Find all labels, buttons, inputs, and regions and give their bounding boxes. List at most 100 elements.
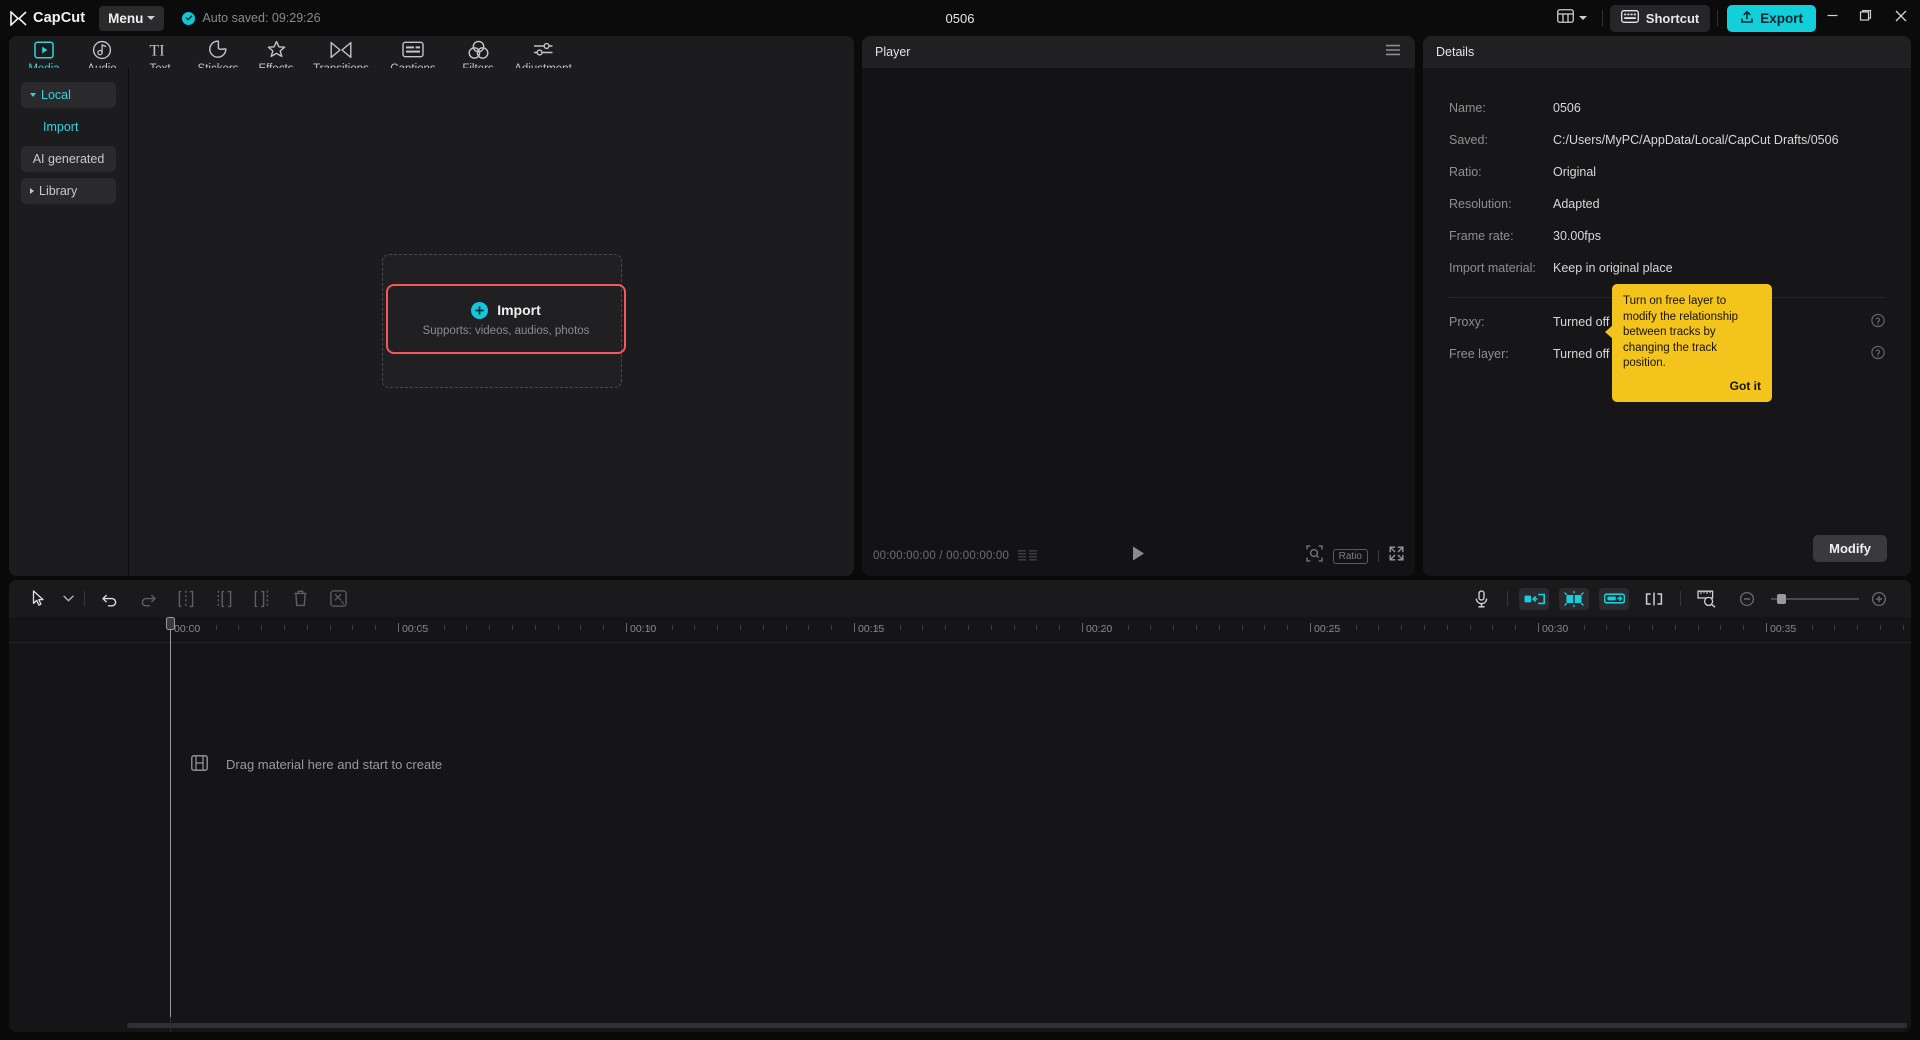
snap-center-icon[interactable] <box>1559 588 1589 610</box>
close-button[interactable] <box>1882 0 1920 36</box>
redo-icon[interactable] <box>129 585 167 613</box>
magnifier-icon[interactable] <box>1306 545 1323 567</box>
import-supports-text: Supports: videos, audios, photos <box>423 325 590 337</box>
layout-button[interactable] <box>1549 5 1595 31</box>
capcut-logo-icon <box>10 11 27 26</box>
player-canvas[interactable] <box>862 68 1415 536</box>
ruler-minor-tick <box>694 625 695 630</box>
check-circle-icon <box>182 12 195 25</box>
ruler-label: 00:05 <box>402 623 428 635</box>
ruler-minor-tick <box>1606 625 1607 630</box>
timeline-tracks-area[interactable]: Drag material here and start to create <box>9 643 1911 1032</box>
ruler-minor-tick <box>1515 625 1516 630</box>
sidebar-item-ai-generated[interactable]: AI generated <box>21 146 116 172</box>
hamburger-icon[interactable] <box>1385 43 1401 61</box>
timeline-zoom-slider[interactable] <box>1771 598 1859 600</box>
ratio-button[interactable]: Ratio <box>1333 549 1368 564</box>
ruler-label: 00:15 <box>858 623 884 635</box>
zoom-slider-track[interactable] <box>1771 598 1859 600</box>
chevron-down-icon <box>1579 16 1587 20</box>
zoom-in-icon[interactable] <box>1864 588 1894 610</box>
fullscreen-icon[interactable] <box>1389 546 1404 566</box>
maximize-button[interactable] <box>1849 0 1882 36</box>
split-icon[interactable] <box>167 585 205 613</box>
details-value: 0506 <box>1553 101 1581 115</box>
zoom-out-icon[interactable] <box>1732 588 1762 610</box>
ruler-minor-tick <box>1356 625 1357 630</box>
delete-icon[interactable] <box>281 585 319 613</box>
chevron-down-icon <box>30 93 36 97</box>
player-right-controls: Ratio <box>1306 545 1404 567</box>
ruler-major-tick <box>398 623 399 632</box>
chevron-down-icon[interactable] <box>58 585 78 613</box>
mute-clip-icon[interactable] <box>319 585 357 613</box>
ruler-minor-tick <box>512 625 513 630</box>
mirror-icon[interactable] <box>1639 588 1669 610</box>
ruler-minor-tick <box>1333 625 1334 630</box>
current-time: 00:00:00:00 <box>873 550 936 562</box>
ruler-minor-tick <box>1424 625 1425 630</box>
divider <box>84 591 85 606</box>
timeline-tools-right <box>1461 588 1899 610</box>
divider <box>1717 10 1718 27</box>
maximize-icon <box>1859 9 1872 27</box>
play-icon[interactable] <box>1131 545 1146 567</box>
help-icon[interactable] <box>1871 314 1885 331</box>
help-icon[interactable] <box>1871 346 1885 363</box>
import-button[interactable]: Import Supports: videos, audios, photos <box>386 284 626 354</box>
ruler-minor-tick <box>444 625 445 630</box>
auto-cut-icon[interactable] <box>1519 588 1549 610</box>
link-clip-icon[interactable] <box>1599 588 1629 610</box>
ruler-minor-tick <box>352 625 353 630</box>
details-value: C:/Users/MyPC/AppData/Local/CapCut Draft… <box>1553 133 1839 147</box>
shortcut-button[interactable]: Shortcut <box>1610 5 1710 32</box>
upload-icon <box>1740 10 1754 27</box>
tooltip-arrow-icon <box>1605 325 1613 339</box>
ruler-minor-tick <box>261 625 262 630</box>
media-icon <box>34 39 54 60</box>
timeline-track-header-rail <box>9 643 170 1032</box>
details-row-saved: Saved: C:/Users/MyPC/AppData/Local/CapCu… <box>1449 124 1885 156</box>
ruler-minor-tick <box>284 625 285 630</box>
sidebar-item-library[interactable]: Library <box>21 178 116 204</box>
tooltip-got-it-button[interactable]: Got it <box>1623 379 1761 395</box>
ruler-minor-tick <box>1789 625 1790 630</box>
zoom-slider-handle[interactable] <box>1777 594 1786 604</box>
details-key: Frame rate: <box>1449 229 1553 243</box>
ruler-minor-tick <box>1219 625 1220 630</box>
details-key: Free layer: <box>1449 347 1553 361</box>
export-button[interactable]: Export <box>1727 5 1816 32</box>
timeline-drop-hint[interactable]: Drag material here and start to create <box>191 755 442 774</box>
ruler-minor-tick <box>808 625 809 630</box>
timeline-horizontal-scrollbar[interactable] <box>127 1023 1907 1028</box>
ruler-minor-tick <box>580 625 581 630</box>
details-header: Details <box>1423 36 1911 68</box>
details-key: Proxy: <box>1449 315 1553 329</box>
undo-icon[interactable] <box>91 585 129 613</box>
ruler-minor-tick <box>968 625 969 630</box>
sidebar-item-local[interactable]: Local <box>21 82 116 108</box>
text-icon: TI <box>149 39 171 60</box>
trim-left-icon[interactable] <box>205 585 243 613</box>
timeline-tools-left <box>9 585 357 613</box>
details-row-name: Name: 0506 <box>1449 92 1885 124</box>
select-tool-icon[interactable] <box>20 585 58 613</box>
sidebar-item-import[interactable]: Import <box>21 114 116 140</box>
ruler-minor-tick <box>1036 625 1037 630</box>
details-value: Keep in original place <box>1553 261 1673 275</box>
menu-button[interactable]: Menu <box>99 6 164 31</box>
ruler-minor-tick <box>1401 625 1402 630</box>
ruler-minor-tick <box>1378 625 1379 630</box>
adapt-zoom-icon[interactable] <box>1692 588 1722 610</box>
details-key: Ratio: <box>1449 165 1553 179</box>
minimize-button[interactable] <box>1816 0 1849 36</box>
sidebar-item-label: Library <box>39 184 77 198</box>
microphone-icon[interactable] <box>1466 588 1496 610</box>
timeline-ruler[interactable]: 00:0000:0500:1000:1500:2000:2500:3000:35 <box>9 617 1911 643</box>
total-time: 00:00:00:00 <box>946 550 1009 562</box>
trim-right-icon[interactable] <box>243 585 281 613</box>
ruler-minor-tick <box>1561 625 1562 630</box>
modify-button[interactable]: Modify <box>1813 535 1887 562</box>
player-header: Player <box>862 36 1415 68</box>
timeline-playhead[interactable] <box>166 617 175 630</box>
